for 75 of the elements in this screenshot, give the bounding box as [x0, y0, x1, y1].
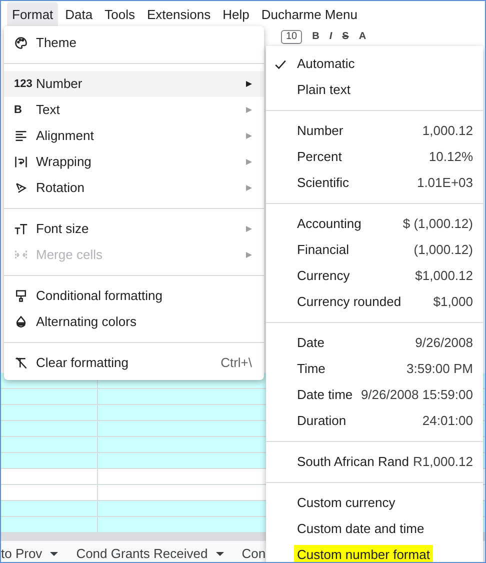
menu-item[interactable]: Wrapping	[4, 149, 264, 175]
clear-format-icon	[14, 356, 28, 370]
menu-item[interactable]: Custom number format	[266, 542, 483, 562]
menu-item[interactable]: Clear formatting Ctrl+\	[4, 350, 264, 376]
toolbar-button[interactable]: I	[329, 31, 332, 43]
palette-icon	[14, 36, 28, 50]
highlighted-label: Custom number format	[294, 545, 433, 562]
menu-item[interactable]: Automatic	[266, 51, 483, 77]
menu-item[interactable]: Ducharme Menu	[256, 2, 362, 28]
menu-item[interactable]: Date time 9/26/2008 15:59:00	[266, 382, 483, 408]
font-size-field[interactable]: 10	[281, 30, 302, 44]
submenu-arrow-icon	[246, 107, 252, 113]
menu-item[interactable]: Format	[7, 2, 58, 28]
number-format-icon: B	[14, 102, 22, 118]
format-example: 3:59:00 PM	[406, 360, 473, 378]
format-example: (1,000.12)	[414, 241, 473, 260]
format-example: 10.12%	[428, 148, 473, 166]
shortcut-text: Ctrl+\	[220, 354, 252, 372]
menu-item[interactable]: Conditional formatting	[4, 283, 264, 309]
format-example: $1,000.12	[415, 267, 473, 286]
sheet-tab[interactable]: Con	[242, 544, 266, 562]
menu-item[interactable]: Rotation	[4, 175, 264, 201]
menu-item[interactable]: Alternating colors	[4, 309, 264, 335]
menu-item[interactable]: Font size	[4, 216, 264, 242]
sheet-tab[interactable]: Cond Grants Received	[76, 544, 224, 562]
submenu-arrow-icon	[246, 159, 252, 165]
menu-item[interactable]: Percent 10.12%	[266, 144, 483, 170]
menu-item[interactable]: Tools	[100, 2, 140, 28]
menu-item[interactable]: South African Rand R1,000.12	[266, 449, 483, 475]
align-left-icon	[14, 129, 28, 143]
menu-item[interactable]: Custom date and time	[266, 516, 483, 542]
menu-item[interactable]: Accounting $ (1,000.12)	[266, 211, 483, 237]
text-wrap-icon	[14, 155, 28, 169]
menu-item[interactable]: Time 3:59:00 PM	[266, 356, 483, 382]
submenu-arrow-icon	[246, 226, 252, 232]
number-format-icon: 123	[14, 76, 32, 92]
format-example: 1.01E+03	[416, 174, 473, 192]
submenu-arrow-icon	[246, 252, 252, 258]
menu-item[interactable]: Currency $1,000.12	[266, 263, 483, 289]
drop-icon	[14, 315, 28, 329]
text-rotation-icon	[14, 181, 28, 195]
menu-item[interactable]: Data	[60, 2, 98, 28]
menu-item[interactable]: Theme	[4, 30, 264, 56]
submenu-arrow-icon	[246, 185, 252, 191]
format-example: 9/26/2008	[415, 334, 473, 352]
toolbar-button[interactable]: A	[358, 31, 366, 43]
menu-item[interactable]: Extensions	[142, 2, 216, 28]
menu-item[interactable]: 123 Number	[4, 71, 264, 97]
menu-item[interactable]: Financial (1,000.12)	[266, 237, 483, 263]
submenu-arrow-icon	[246, 81, 252, 87]
menu-item[interactable]: Scientific 1.01E+03	[266, 170, 483, 196]
menu-item[interactable]: Currency rounded $1,000	[266, 289, 483, 315]
font-size-icon	[14, 222, 28, 236]
toolbar-button[interactable]: B	[312, 31, 320, 43]
format-example: R1,000.12	[413, 453, 473, 472]
menu-item[interactable]: B Text	[4, 97, 264, 123]
format-example: $ (1,000.12)	[402, 215, 473, 234]
format-example: $1,000	[433, 293, 473, 312]
menu-item[interactable]: Number 1,000.12	[266, 118, 483, 144]
menu-item[interactable]: Alignment	[4, 123, 264, 149]
format-example: 9/26/2008 15:59:00	[360, 386, 473, 404]
dropdown-caret-icon	[216, 552, 224, 556]
paint-roller-icon	[14, 289, 28, 303]
dropdown-caret-icon	[50, 552, 58, 556]
menu-item[interactable]: Duration 24:01:00	[266, 408, 483, 434]
menu-item[interactable]: Help	[218, 2, 254, 28]
menu-item[interactable]: Custom currency	[266, 490, 483, 516]
menu-item[interactable]: Plain text	[266, 77, 483, 103]
sheet-tab[interactable]: to Prov	[1, 544, 58, 562]
checkmark-icon	[274, 58, 287, 70]
format-example: 1,000.12	[422, 122, 473, 140]
toolbar-button[interactable]: S	[342, 31, 349, 43]
format-example: 24:01:00	[422, 412, 473, 430]
submenu-arrow-icon	[246, 133, 252, 139]
menu-item[interactable]: Date 9/26/2008	[266, 330, 483, 356]
